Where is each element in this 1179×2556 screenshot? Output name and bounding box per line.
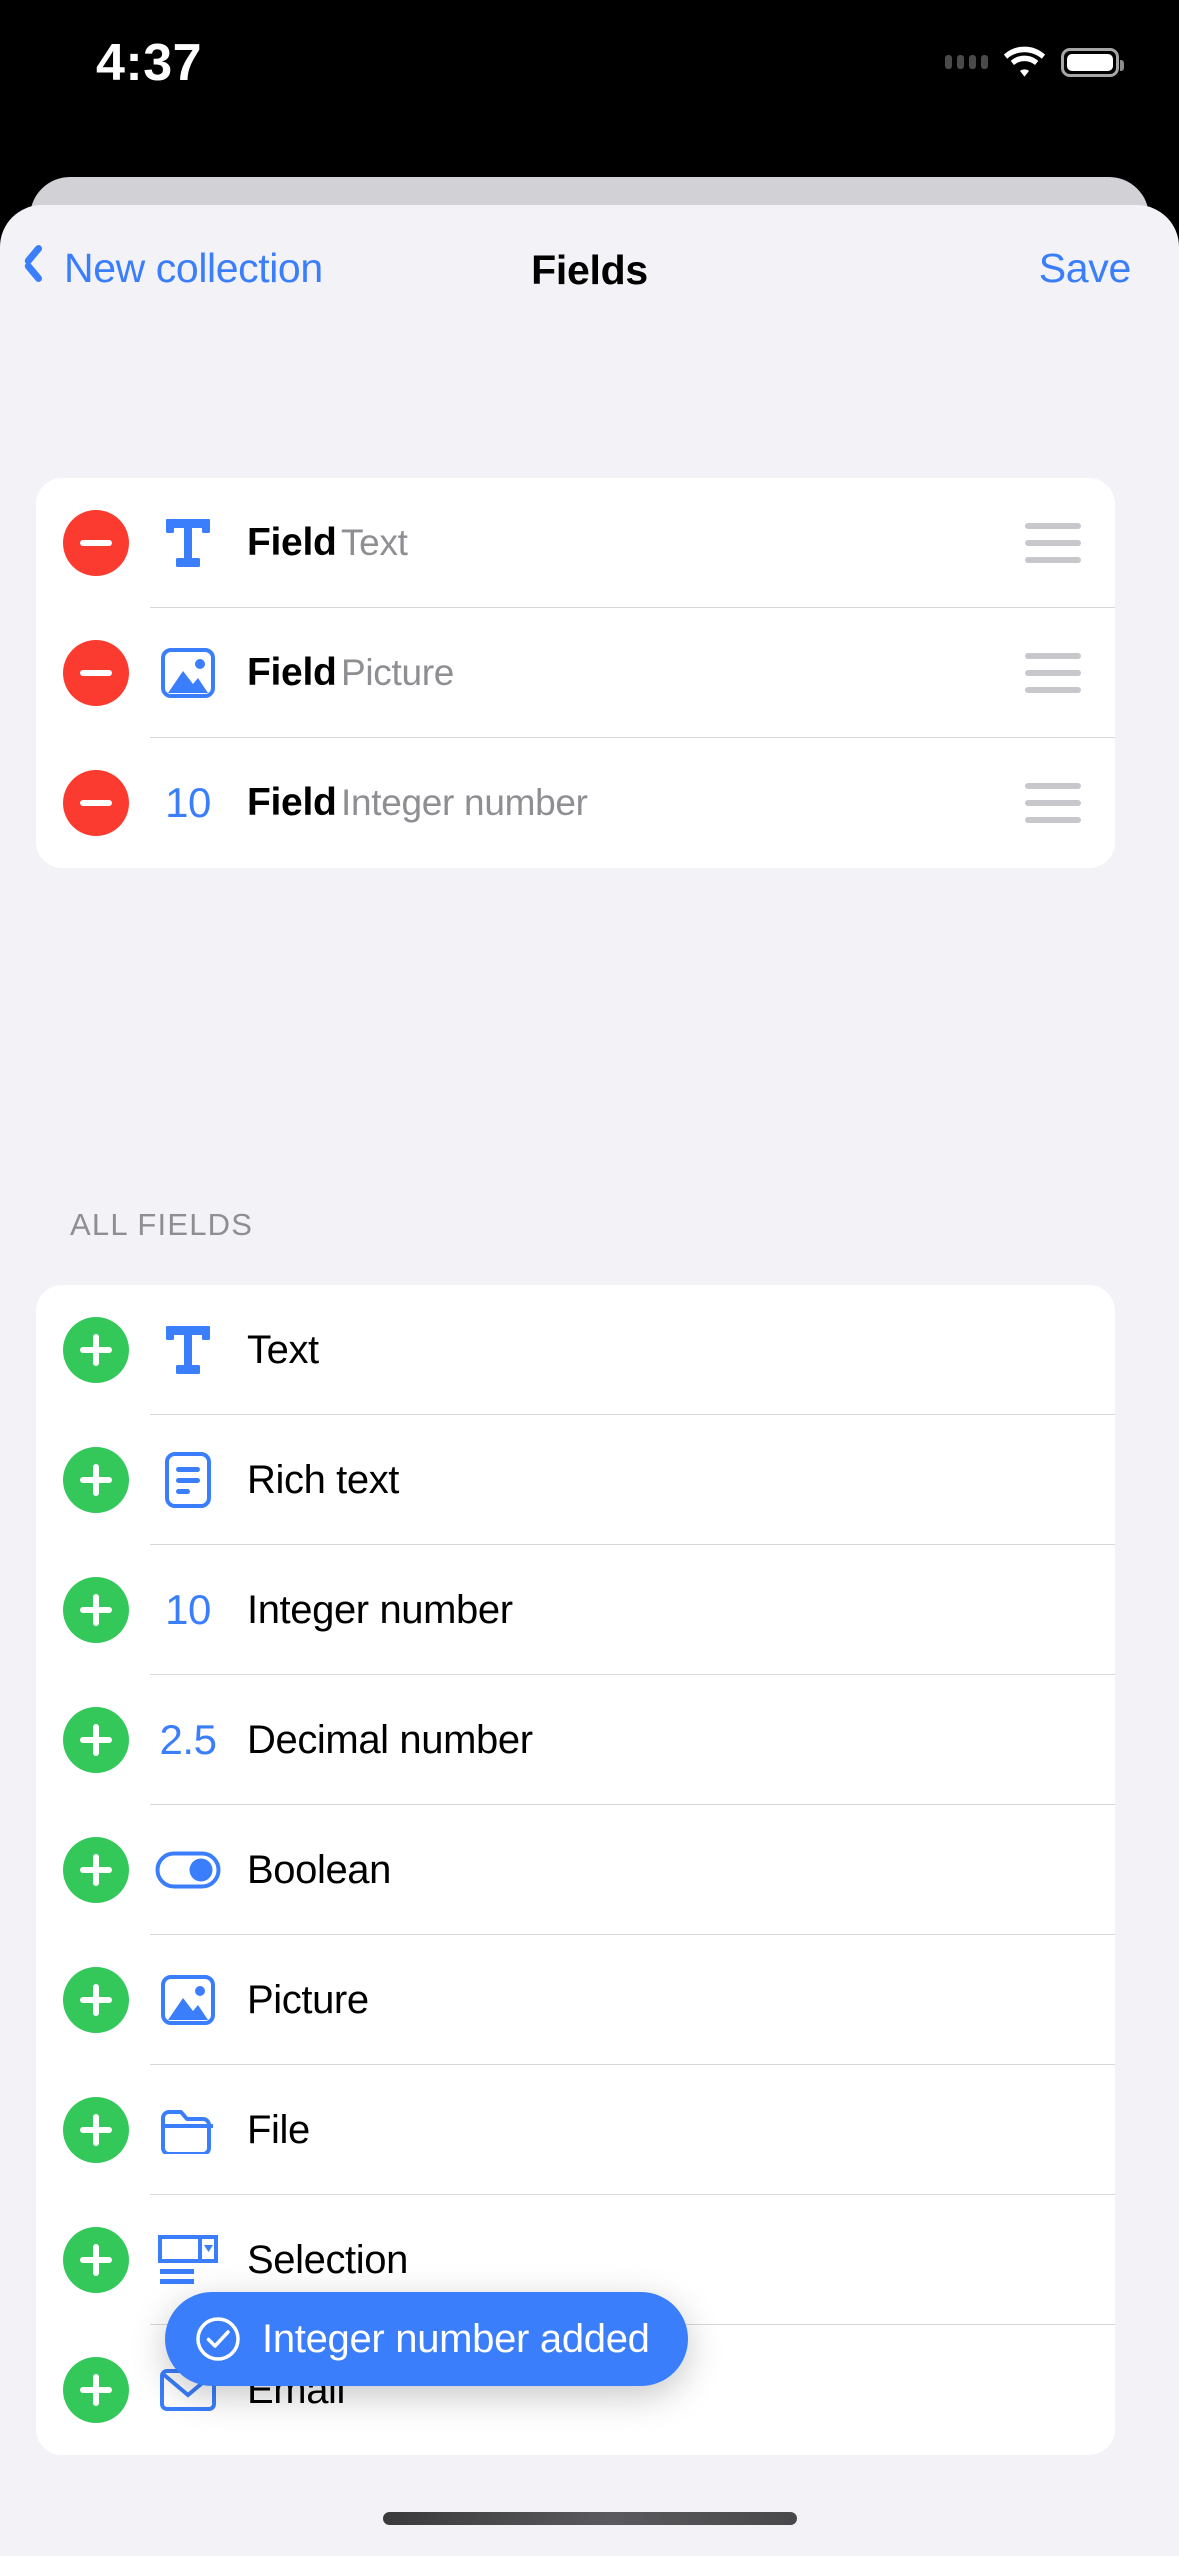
list-item[interactable]: Boolean [36, 1805, 1115, 1935]
save-button[interactable]: Save [1039, 245, 1132, 292]
minus-circle-icon[interactable] [63, 510, 129, 576]
field-type-label: Decimal number [247, 1717, 533, 1762]
all-fields-section-header: ALL FIELDS [70, 1207, 254, 1242]
toast-notification: Integer number added [165, 2292, 688, 2386]
list-item[interactable]: 10 Integer number [36, 1545, 1115, 1675]
field-labels: Field Integer number [247, 780, 1015, 826]
field-title: Field [247, 520, 337, 564]
drag-handle-icon[interactable] [1015, 523, 1081, 563]
list-item[interactable]: Rich text [36, 1415, 1115, 1545]
list-item[interactable]: 2.5 Decimal number [36, 1675, 1115, 1805]
list-item[interactable]: Picture [36, 1935, 1115, 2065]
field-type-label: Selection [247, 2237, 408, 2282]
page-title: Fields [531, 247, 648, 293]
text-T-icon [151, 515, 225, 571]
navigation-bar: New collection Fields Save [0, 205, 1179, 370]
home-indicator[interactable] [382, 2512, 797, 2525]
status-bar-time: 4:37 [96, 34, 203, 92]
drag-handle-icon[interactable] [1015, 653, 1081, 693]
plus-circle-icon[interactable] [63, 1837, 129, 1903]
picture-icon [151, 647, 225, 699]
minus-circle-icon[interactable] [63, 640, 129, 706]
phone-screen: 4:37 New collection Fields Save Field Te… [0, 0, 1179, 2556]
table-row[interactable]: Field Text [36, 478, 1115, 608]
field-title: Field [247, 780, 337, 824]
toast-message: Integer number added [262, 2316, 650, 2361]
integer-10-icon: 10 [165, 779, 211, 826]
field-type-label: Rich text [247, 1457, 400, 1502]
field-type-label: Picture [247, 1977, 369, 2022]
table-row[interactable]: 10 Field Integer number [36, 738, 1115, 868]
table-row[interactable]: Field Picture [36, 608, 1115, 738]
field-subtitle: Picture [340, 651, 455, 693]
field-type-label: Integer number [247, 1587, 513, 1632]
field-subtitle: Text [340, 521, 408, 563]
status-bar: 4:37 [0, 0, 1179, 150]
minus-circle-icon[interactable] [63, 770, 129, 836]
plus-circle-icon[interactable] [63, 1317, 129, 1383]
list-item[interactable]: Text [36, 1285, 1115, 1415]
signal-dots-icon [945, 55, 988, 69]
plus-circle-icon[interactable] [63, 2357, 129, 2423]
field-title: Field [247, 650, 337, 694]
field-type-label: Text [247, 1327, 319, 1372]
plus-circle-icon[interactable] [63, 2097, 129, 2163]
plus-circle-icon[interactable] [63, 1577, 129, 1643]
fields-sheet: New collection Fields Save Field Text Fi… [0, 205, 1179, 2556]
field-type-label: Boolean [247, 1847, 391, 1892]
integer-10-icon: 10 [165, 1586, 211, 1633]
plus-circle-icon[interactable] [63, 1707, 129, 1773]
field-labels: Field Text [247, 520, 1015, 566]
battery-icon [1061, 47, 1124, 77]
plus-circle-icon[interactable] [63, 2227, 129, 2293]
wifi-icon [1003, 46, 1046, 78]
list-item[interactable]: File [36, 2065, 1115, 2195]
check-circle-icon [195, 2316, 241, 2362]
field-labels: Field Picture [247, 650, 1015, 696]
folder-icon [151, 2106, 225, 2154]
plus-circle-icon[interactable] [63, 1967, 129, 2033]
plus-circle-icon[interactable] [63, 1447, 129, 1513]
selection-icon [151, 2234, 225, 2286]
field-type-label: File [247, 2107, 310, 2152]
all-fields-card: Text Rich text 10 Integer number 2.5 Dec… [36, 1285, 1115, 2455]
status-bar-indicators [945, 36, 1124, 88]
selected-fields-card: Field Text Field Picture 10 Field Intege… [36, 478, 1115, 868]
toggle-icon [151, 1851, 225, 1889]
drag-handle-icon[interactable] [1015, 783, 1081, 823]
rich-text-icon [151, 1451, 225, 1509]
text-T-icon [151, 1322, 225, 1378]
picture-icon [151, 1974, 225, 2026]
field-subtitle: Integer number [340, 781, 588, 823]
decimal-2-5-icon: 2.5 [159, 1716, 217, 1763]
